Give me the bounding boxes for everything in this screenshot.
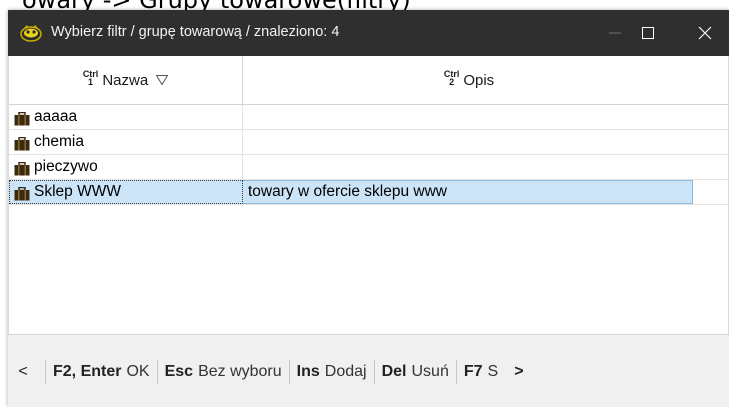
close-button[interactable]: [682, 10, 728, 56]
scroll-left-button[interactable]: <: [8, 363, 38, 381]
groups-table: Ctrl 1 Nazwa Ctrl 2 Opis aaaaa chemia pi…: [8, 56, 729, 334]
row-name: chemia: [34, 133, 84, 150]
divider: [156, 360, 158, 384]
briefcase-icon: [14, 160, 30, 179]
divider: [455, 360, 457, 384]
table-row[interactable]: chemia: [9, 130, 728, 155]
table-row-selected[interactable]: Sklep WWW towary w ofercie sklepu www: [9, 180, 728, 205]
app-icon: [20, 22, 42, 44]
column-header-description[interactable]: Ctrl 2 Opis: [243, 56, 695, 104]
divider: [288, 360, 290, 384]
shortcut-label: S: [487, 363, 499, 380]
shortcut-key: Esc: [164, 363, 194, 380]
shortcut-delete[interactable]: Del Usuń: [382, 363, 449, 381]
chevron-right-icon: >: [514, 363, 524, 380]
name-cell: chemia: [9, 130, 243, 154]
table-row[interactable]: aaaaa: [9, 105, 728, 130]
row-name: pieczywo: [34, 158, 98, 175]
shortcut-label: OK: [126, 363, 150, 380]
title-bar[interactable]: Wybierz filtr / grupę towarową / znalezi…: [8, 10, 729, 56]
column-header-label: Opis: [463, 71, 495, 89]
shortcut-label: Bez wyboru: [198, 363, 282, 380]
shortcut-label: Usuń: [411, 363, 449, 380]
maximize-icon: [642, 27, 654, 39]
briefcase-icon: [14, 110, 30, 129]
filter-dialog: Wybierz filtr / grupę towarową / znalezi…: [8, 10, 729, 407]
shortcut-add[interactable]: Ins Dodaj: [297, 363, 367, 381]
table-header: Ctrl 1 Nazwa Ctrl 2 Opis: [9, 56, 728, 105]
name-cell: Sklep WWW: [9, 180, 243, 204]
shortcut-key: F2, Enter: [53, 363, 122, 380]
divider: [45, 360, 46, 384]
description-cell: [243, 105, 695, 129]
shortcut-bar: < F2, Enter OK Esc Bez wyboru Ins Dodaj …: [8, 334, 729, 407]
shortcut-key: Del: [381, 363, 407, 380]
minimize-icon: [609, 32, 621, 34]
divider: [373, 360, 375, 384]
row-name: aaaaa: [34, 108, 78, 125]
window-title: Wybierz filtr / grupę towarową / znalezi…: [51, 24, 340, 40]
maximize-button[interactable]: [625, 10, 671, 56]
chevron-left-icon: <: [18, 363, 28, 380]
scroll-right-button[interactable]: >: [504, 363, 534, 381]
name-cell: aaaaa: [9, 105, 243, 129]
shortcut-key: Ins: [296, 363, 320, 380]
row-name: Sklep WWW: [34, 183, 121, 200]
shortcut-hint: Ctrl 1: [82, 69, 99, 87]
close-icon: [698, 26, 712, 40]
description-cell: [243, 155, 695, 179]
shortcut-label: Dodaj: [324, 363, 367, 380]
column-header-name[interactable]: Ctrl 1 Nazwa: [9, 56, 243, 104]
table-row[interactable]: pieczywo: [9, 155, 728, 180]
shortcut-f7[interactable]: F7 S: [464, 363, 504, 381]
name-cell: pieczywo: [9, 155, 243, 179]
shortcut-hint: Ctrl 2: [443, 69, 460, 87]
briefcase-icon: [14, 185, 30, 203]
description-cell: [243, 130, 695, 154]
shortcut-no-selection[interactable]: Esc Bez wyboru: [165, 363, 282, 381]
column-header-label: Nazwa: [102, 71, 149, 89]
sort-descending-icon: [155, 72, 169, 89]
shortcut-ok[interactable]: F2, Enter OK: [53, 363, 150, 381]
shortcut-key: F7: [463, 363, 483, 380]
description-cell: towary w ofercie sklepu www: [243, 180, 693, 204]
briefcase-icon: [14, 135, 30, 154]
